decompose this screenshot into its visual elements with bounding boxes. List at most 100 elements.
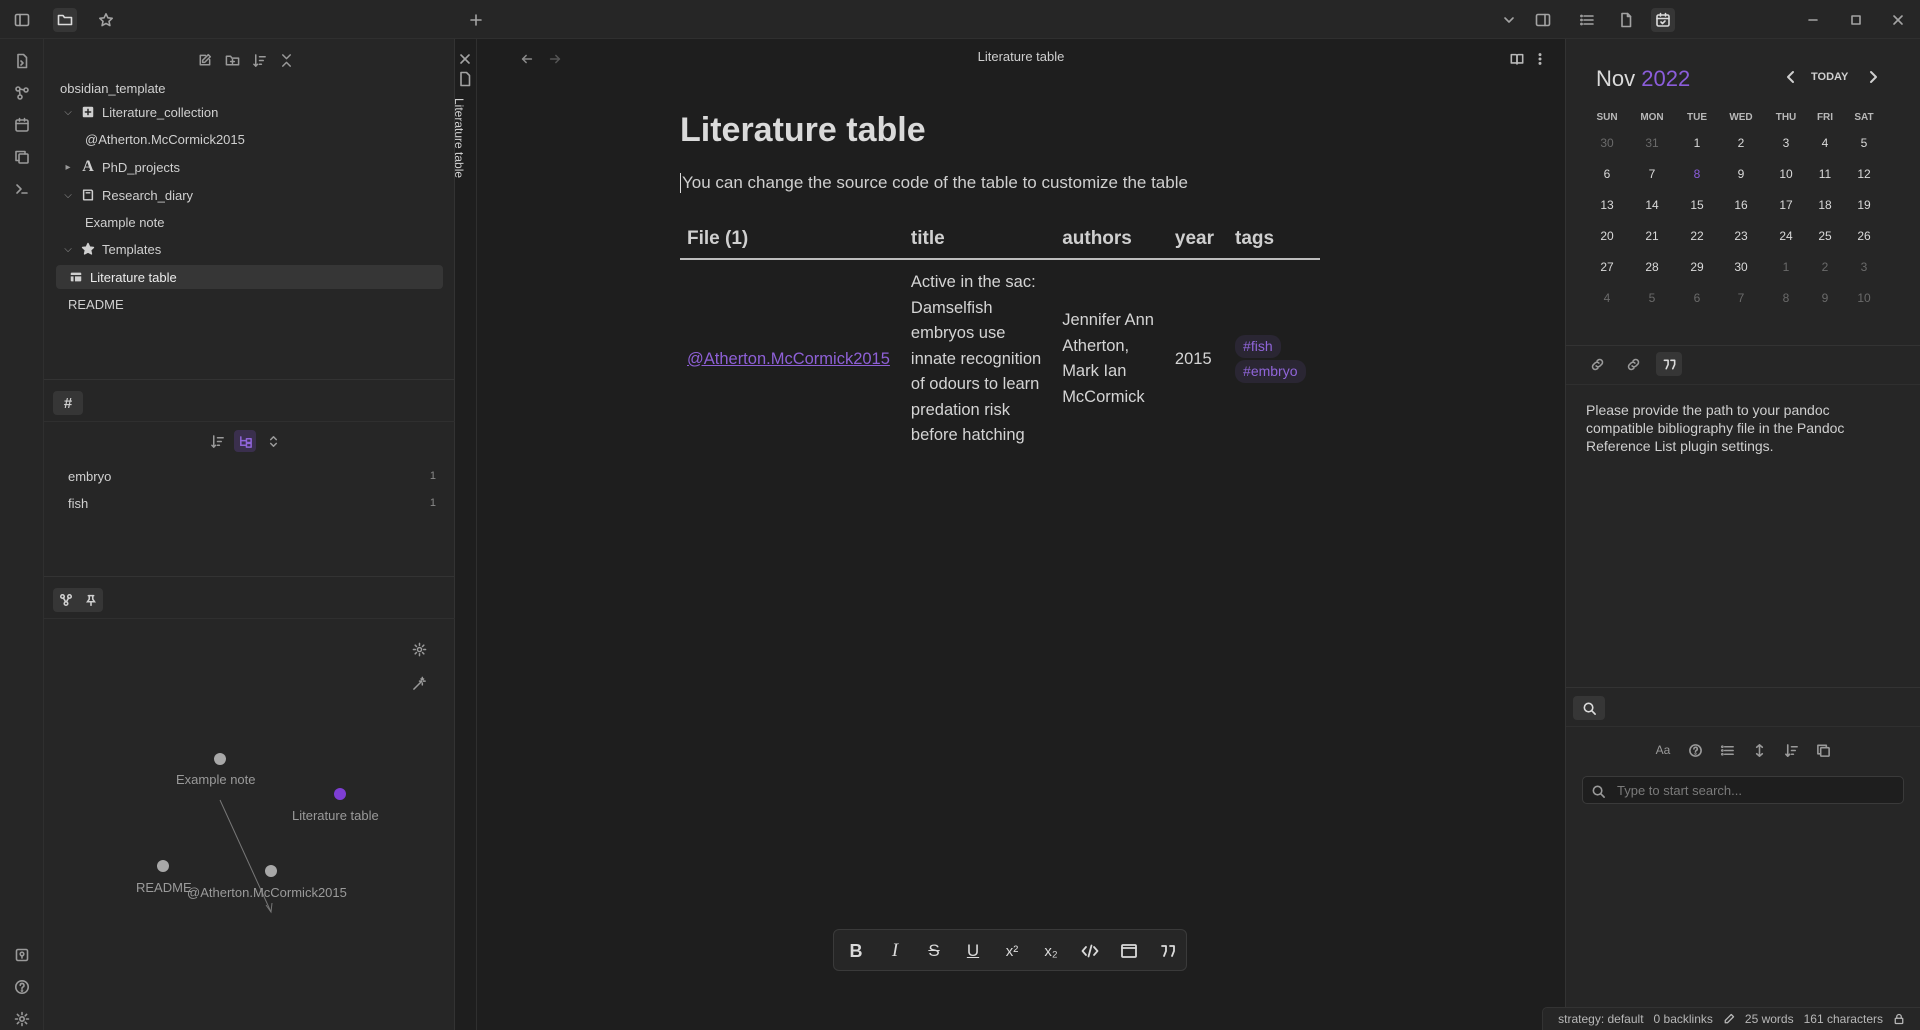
stacked-tab-title[interactable]: Literature table bbox=[452, 98, 466, 178]
calendar-day[interactable]: 5 bbox=[1841, 129, 1887, 157]
column-header-authors[interactable]: authors bbox=[1055, 222, 1168, 260]
calendar-day[interactable]: 7 bbox=[1718, 284, 1764, 312]
calendar-day[interactable]: 29 bbox=[1674, 253, 1720, 281]
calendar-day[interactable]: 5 bbox=[1629, 284, 1675, 312]
calendar-day[interactable]: 2 bbox=[1718, 129, 1764, 157]
calendar-day[interactable]: 7 bbox=[1629, 160, 1675, 188]
tag-pill[interactable]: #embryo bbox=[1235, 360, 1306, 384]
search-tab-icon[interactable] bbox=[1573, 696, 1605, 720]
collapse-results-list-icon[interactable] bbox=[1714, 738, 1740, 762]
new-note-icon[interactable] bbox=[193, 49, 215, 71]
calendar-day[interactable]: 4 bbox=[1584, 284, 1630, 312]
note-title[interactable]: Literature table bbox=[680, 111, 926, 150]
calendar-day[interactable]: 30 bbox=[1718, 253, 1764, 281]
calendar-day[interactable]: 3 bbox=[1841, 253, 1887, 281]
command-palette-terminal-icon[interactable] bbox=[10, 177, 34, 201]
tab-list-chevron-down-icon[interactable] bbox=[1497, 8, 1521, 32]
vault-switcher-icon[interactable] bbox=[10, 943, 34, 967]
subscript-icon[interactable]: x₂ bbox=[1038, 938, 1064, 964]
match-case-icon[interactable]: Aa bbox=[1650, 738, 1676, 762]
calendar-day[interactable]: 22 bbox=[1674, 222, 1720, 250]
editing-mode-pencil-icon[interactable] bbox=[1723, 1013, 1735, 1025]
sort-order-icon[interactable] bbox=[248, 49, 270, 71]
calendar-day[interactable]: 6 bbox=[1584, 160, 1630, 188]
calendar-day[interactable]: 6 bbox=[1674, 284, 1720, 312]
citation-link-icon[interactable] bbox=[1620, 352, 1646, 376]
templates-copy-icon[interactable] bbox=[10, 145, 34, 169]
calendar-day[interactable]: 27 bbox=[1584, 253, 1630, 281]
strikethrough-icon[interactable]: S bbox=[921, 938, 947, 964]
calendar-day[interactable]: 30 bbox=[1584, 129, 1630, 157]
graph-node[interactable] bbox=[265, 865, 277, 877]
calendar-day[interactable]: 10 bbox=[1841, 284, 1887, 312]
calendar-day[interactable]: 31 bbox=[1629, 129, 1675, 157]
calendar-day[interactable]: 14 bbox=[1629, 191, 1675, 219]
calendar-day[interactable]: 8 bbox=[1674, 160, 1720, 188]
sync-lock-icon[interactable] bbox=[1893, 1013, 1905, 1025]
explain-search-help-icon[interactable] bbox=[1682, 738, 1708, 762]
column-header-title[interactable]: title bbox=[903, 222, 1056, 260]
bold-icon[interactable]: B bbox=[843, 938, 869, 964]
folder-templates[interactable]: ⌵ Templates bbox=[52, 237, 447, 261]
code-icon[interactable] bbox=[1077, 938, 1103, 964]
calendar-day[interactable]: 13 bbox=[1584, 191, 1630, 219]
italic-icon[interactable]: I bbox=[882, 938, 908, 964]
collapse-all-icon[interactable] bbox=[275, 49, 297, 71]
folder-literature-collection[interactable]: ⌵ Literature_collection bbox=[52, 100, 447, 124]
calendar-day[interactable]: 21 bbox=[1629, 222, 1675, 250]
close-window-icon[interactable] bbox=[1886, 8, 1910, 32]
graph-node[interactable] bbox=[214, 753, 226, 765]
file-literature-table[interactable]: Literature table bbox=[56, 265, 443, 289]
search-input[interactable] bbox=[1617, 782, 1897, 798]
outline-list-icon[interactable] bbox=[1575, 8, 1599, 32]
daily-note-calendar-icon[interactable] bbox=[10, 113, 34, 137]
calendar-tab-icon[interactable] bbox=[1651, 8, 1675, 32]
settings-gear-icon[interactable] bbox=[10, 1007, 34, 1030]
status-backlinks[interactable]: 0 backlinks bbox=[1654, 1012, 1713, 1026]
calendar-day[interactable]: 9 bbox=[1718, 160, 1764, 188]
calendar-day[interactable]: 28 bbox=[1629, 253, 1675, 281]
status-strategy[interactable]: strategy: default bbox=[1558, 1012, 1643, 1026]
calendar-day[interactable]: 23 bbox=[1718, 222, 1764, 250]
bookmarks-tab-star-icon[interactable] bbox=[94, 8, 118, 32]
folder-research-diary[interactable]: ⌵ Research_diary bbox=[52, 183, 447, 207]
tags-tab[interactable]: # bbox=[53, 391, 83, 415]
expand-collapse-icon[interactable] bbox=[262, 430, 284, 452]
view-header-title[interactable]: Literature table bbox=[477, 49, 1565, 64]
right-sidebar-toggle-icon[interactable] bbox=[1531, 8, 1555, 32]
graph-node[interactable] bbox=[157, 860, 169, 872]
files-tab-folder-icon[interactable] bbox=[53, 8, 77, 32]
reading-view-book-icon[interactable] bbox=[1507, 49, 1527, 69]
calendar-day[interactable]: 15 bbox=[1674, 191, 1720, 219]
calendar-day[interactable]: 26 bbox=[1841, 222, 1887, 250]
help-icon[interactable] bbox=[10, 975, 34, 999]
calendar-day[interactable]: 1 bbox=[1674, 129, 1720, 157]
today-button[interactable]: TODAY bbox=[1811, 71, 1848, 83]
minimize-icon[interactable] bbox=[1801, 8, 1825, 32]
column-header-file[interactable]: File (1) bbox=[680, 222, 904, 260]
sort-results-icon[interactable] bbox=[1778, 738, 1804, 762]
file-icon[interactable] bbox=[1614, 8, 1638, 32]
calendar-day[interactable]: 19 bbox=[1841, 191, 1887, 219]
folder-phd-projects[interactable]: ▸ A PhD_projects bbox=[52, 155, 447, 179]
show-more-context-icon[interactable] bbox=[1746, 738, 1772, 762]
file-atherton-mccormick2015[interactable]: @Atherton.McCormick2015 bbox=[52, 127, 447, 151]
previous-month-chevron-left-icon[interactable] bbox=[1784, 70, 1798, 87]
open-quick-switcher-icon[interactable] bbox=[10, 49, 34, 73]
nested-tags-toggle-icon[interactable] bbox=[234, 430, 256, 452]
file-example-note[interactable]: Example note bbox=[52, 210, 447, 234]
graph-node-active[interactable] bbox=[334, 788, 346, 800]
reference-list-quote-icon[interactable] bbox=[1656, 352, 1682, 376]
new-folder-icon[interactable] bbox=[221, 49, 243, 71]
next-month-chevron-right-icon[interactable] bbox=[1866, 70, 1880, 87]
calendar-day[interactable]: 16 bbox=[1718, 191, 1764, 219]
graph-view-icon[interactable] bbox=[10, 81, 34, 105]
tag-pill[interactable]: #fish bbox=[1235, 334, 1281, 358]
quote-icon[interactable] bbox=[1155, 938, 1181, 964]
tags-sort-icon[interactable] bbox=[206, 430, 228, 452]
close-tab-icon[interactable] bbox=[454, 49, 476, 69]
vault-name[interactable]: obsidian_template bbox=[52, 76, 447, 100]
superscript-icon[interactable]: x² bbox=[999, 938, 1025, 964]
sidebar-toggle-icon[interactable] bbox=[10, 8, 34, 32]
copy-results-icon[interactable] bbox=[1810, 738, 1836, 762]
